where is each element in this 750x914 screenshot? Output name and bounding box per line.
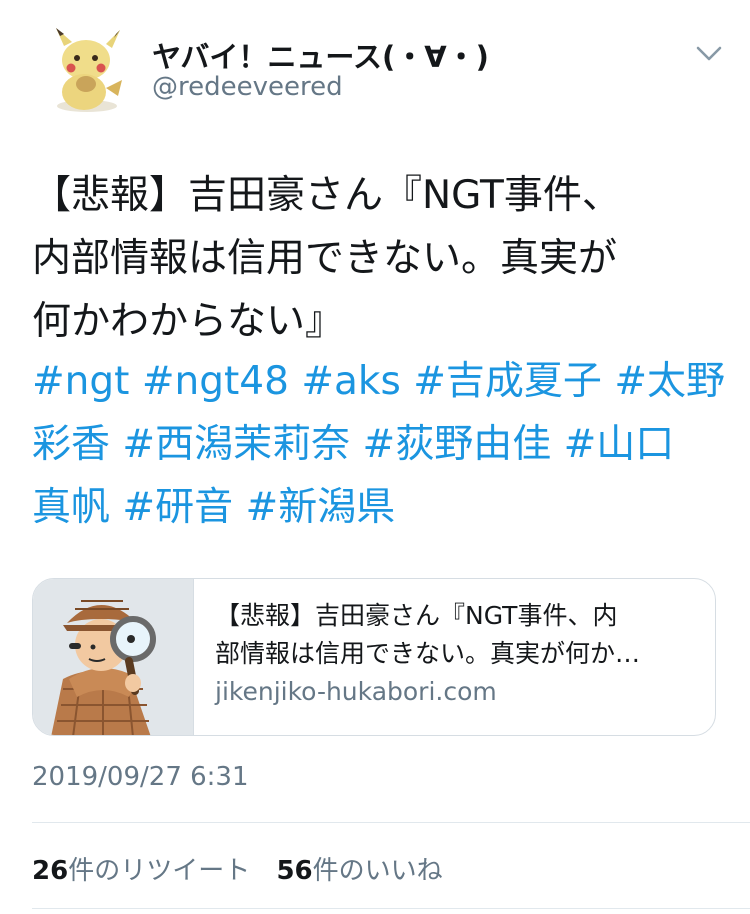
avatar[interactable] [44,26,130,114]
user-handle[interactable]: @redeeveered [152,72,343,102]
hashtag-link[interactable]: #ngt48 [142,359,289,404]
hashtag-link[interactable]: 彩香 [32,422,110,467]
retweets-label: 件のリツイート [68,856,251,886]
card-title: 【悲報】吉田豪さん『NGT事件、内 部情報は信用できない。真実が何か… [215,597,695,673]
likes-label: 件のいいね [312,856,443,886]
card-thumbnail [33,579,194,735]
hashtag-link[interactable]: #山口 [564,422,675,467]
tweet-header: ヤバイ！ニュース(・∀・) @redeeveered [0,0,750,130]
tweet-text-line: 内部情報は信用できない。真実が [32,236,618,281]
engagement-stats: 26件のリツイート 56件のいいね [32,850,461,887]
hashtag-link[interactable]: #新潟県 [246,485,396,530]
hashtag-link[interactable]: #研音 [122,485,233,530]
link-card[interactable]: 【悲報】吉田豪さん『NGT事件、内 部情報は信用できない。真実が何か… jike… [32,578,716,736]
hashtag-link[interactable]: #太野 [614,359,725,404]
hashtag-line: 彩香 #西潟茉莉奈 #荻野由佳 #山口 [32,413,722,476]
hashtag-link[interactable]: 真帆 [32,485,110,530]
tweet-text: 【悲報】吉田豪さん『NGT事件、 内部情報は信用できない。真実が 何かわからない… [32,164,722,353]
hashtag-list: #ngt #ngt48 #aks #吉成夏子 #太野 彩香 #西潟茉莉奈 #荻野… [32,350,725,539]
tweet-timestamp[interactable]: 2019/09/27 6:31 [32,762,249,792]
hashtag-link[interactable]: #西潟茉莉奈 [122,422,350,467]
pikachu-plush-avatar-icon [56,28,122,112]
display-name[interactable]: ヤバイ！ニュース(・∀・) [152,34,489,76]
likes-stat[interactable]: 56件のいいね [276,856,442,886]
tweet-text-line: 【悲報】吉田豪さん『NGT事件、 [32,173,621,218]
divider [32,822,750,823]
card-title-line: 【悲報】吉田豪さん『NGT事件、内 [215,601,618,630]
hashtag-line: #ngt #ngt48 #aks #吉成夏子 #太野 [32,350,725,413]
retweets-count: 26 [32,856,69,886]
hashtag-link[interactable]: #aks [301,359,400,404]
hashtag-link[interactable]: #荻野由佳 [363,422,552,467]
tweet-text-line: 何かわからない』 [32,299,345,344]
detective-with-magnifier-illustration-icon [51,600,156,735]
hashtag-link[interactable]: #ngt [32,359,129,404]
chevron-down-icon[interactable] [692,38,726,68]
likes-count: 56 [276,856,313,886]
divider [32,908,750,909]
retweets-stat[interactable]: 26件のリツイート [32,856,250,886]
hashtag-link[interactable]: #吉成夏子 [413,359,602,404]
hashtag-line: 真帆 #研音 #新潟県 [32,476,722,539]
card-title-line: 部情報は信用できない。真実が何か… [215,639,641,668]
card-domain: jikenjiko-hukabori.com [215,677,497,706]
